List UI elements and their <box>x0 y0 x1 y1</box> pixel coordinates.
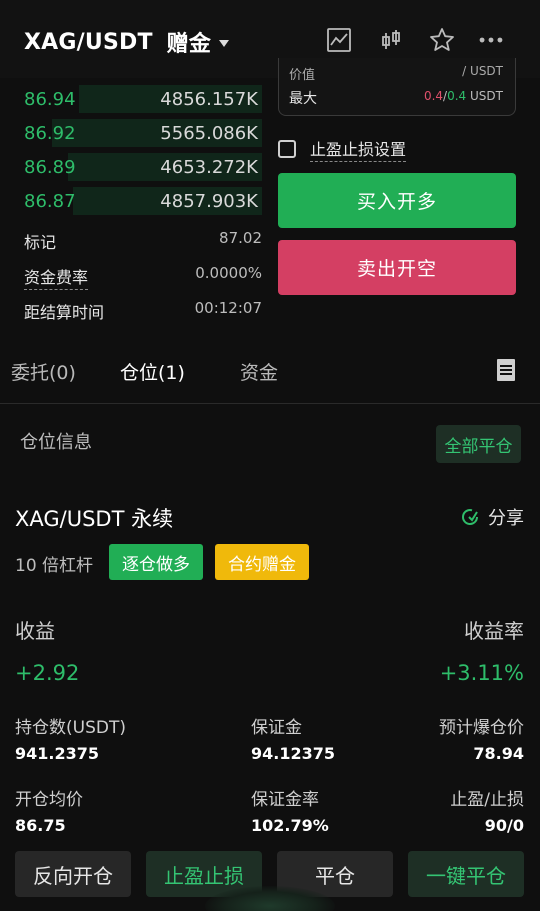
funding-rate-label[interactable]: 资金费率 <box>24 264 89 290</box>
order-book-row[interactable]: 86.87 4857.903K <box>0 184 272 218</box>
bid-quantity: 4856.157K <box>160 89 258 110</box>
liquidation-price-label: 预计爆仓价 <box>439 718 524 738</box>
buy-long-button[interactable]: 买入开多 <box>278 173 516 228</box>
tpsl-checkbox[interactable] <box>278 140 296 158</box>
max-sell-value: 0.4 <box>423 89 444 103</box>
mark-price-label: 标记 <box>24 233 57 252</box>
max-label: 最大 <box>289 91 317 107</box>
tab-assets[interactable]: 资金 <box>240 358 278 385</box>
chart-icon[interactable] <box>325 26 353 54</box>
position-info-title: 仓位信息 <box>20 432 92 453</box>
position-tabs: 委托(0) 仓位(1) 资金 <box>0 340 540 404</box>
sell-short-button[interactable]: 卖出开空 <box>278 240 516 295</box>
pair-selector[interactable]: XAG/USDT 赠金 <box>24 26 230 58</box>
margin-ratio-value: 102.79% <box>251 816 329 835</box>
funding-rate-row[interactable]: 资金费率 0.0000% <box>24 264 262 290</box>
bonus-title: 赠金 <box>166 32 212 57</box>
bid-price: 86.92 <box>24 123 76 144</box>
tpsl-label[interactable]: 止盈止损设置 <box>310 136 407 162</box>
tab-positions[interactable]: 仓位(1) <box>120 358 185 385</box>
roe-label: 收益率 <box>464 619 524 643</box>
star-icon[interactable] <box>428 26 456 54</box>
bid-price: 86.87 <box>24 191 76 212</box>
quick-close-button[interactable]: 一键平仓 <box>408 851 524 897</box>
isolated-long-badge: 逐仓做多 <box>109 544 203 580</box>
order-book-row[interactable]: 86.89 4653.272K <box>0 150 272 184</box>
entry-price-label: 开仓均价 <box>15 790 83 810</box>
tpsl-setting[interactable]: 止盈止损设置 <box>278 136 407 162</box>
max-unit: USDT <box>470 89 503 103</box>
margin-value: 94.12375 <box>251 744 336 763</box>
bid-price: 86.94 <box>24 89 76 110</box>
order-value-box: 价值 / USDT 最大 0.4/0.4 USDT <box>278 58 516 116</box>
more-icon[interactable] <box>475 26 507 54</box>
bid-quantity: 4857.903K <box>160 191 258 212</box>
document-icon[interactable] <box>497 359 515 381</box>
value-value: / USDT <box>462 64 503 78</box>
leverage-label: 10 倍杠杆 <box>15 556 94 576</box>
close-all-button[interactable]: 全部平仓 <box>436 425 521 463</box>
tpsl-position-label: 止盈/止损 <box>450 790 524 810</box>
pnl-label: 收益 <box>15 619 55 643</box>
position-size-value: 941.2375 <box>15 744 100 763</box>
pnl-value: +2.92 <box>15 661 80 685</box>
value-label: 价值 <box>289 68 316 83</box>
tab-orders[interactable]: 委托(0) <box>11 358 76 385</box>
mark-price-row: 标记 87.02 <box>24 229 262 253</box>
max-value: 0.4/0.4 USDT <box>424 89 503 103</box>
max-buy-value: 0.4 <box>447 89 467 103</box>
bid-price: 86.89 <box>24 157 76 178</box>
settlement-time-label: 距结算时间 <box>24 303 105 322</box>
contract-bonus-badge: 合约赠金 <box>215 544 309 580</box>
share-icon <box>462 509 478 525</box>
share-label: 分享 <box>488 508 524 529</box>
order-book-row[interactable]: 86.92 5565.086K <box>0 116 272 150</box>
settlement-time-value: 00:12:07 <box>194 299 262 317</box>
tpsl-position-value: 90/0 <box>484 816 524 835</box>
chevron-down-icon <box>219 39 230 47</box>
share-button[interactable]: 分享 <box>460 504 524 530</box>
bid-quantity: 5565.086K <box>160 123 258 144</box>
funding-rate-value: 0.0000% <box>195 264 262 282</box>
entry-price-value: 86.75 <box>15 816 66 835</box>
margin-label: 保证金 <box>251 718 302 738</box>
position-pair: XAG/USDT 永续 <box>15 507 174 531</box>
pair-title: XAG/USDT <box>24 29 153 55</box>
reverse-position-button[interactable]: 反向开仓 <box>15 851 131 897</box>
position-size-label: 持仓数(USDT) <box>15 718 126 738</box>
roe-value: +3.11% <box>439 661 524 685</box>
bid-quantity: 4653.272K <box>160 157 258 178</box>
candlestick-icon[interactable] <box>377 26 405 54</box>
settlement-time-row: 距结算时间 00:12:07 <box>24 299 262 323</box>
liquidation-price-value: 78.94 <box>473 744 524 763</box>
mark-price-value: 87.02 <box>219 229 262 247</box>
margin-ratio-label: 保证金率 <box>251 790 319 810</box>
order-book-row[interactable]: 86.94 4856.157K <box>0 82 272 116</box>
